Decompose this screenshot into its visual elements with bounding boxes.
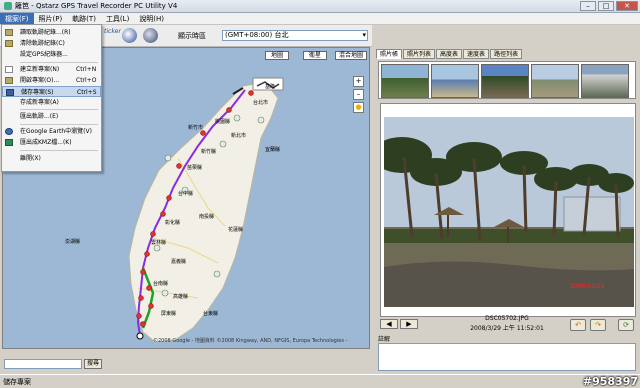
photo-date-stamp: 2008/03/29: [570, 283, 605, 290]
place-label: 花蓮縣: [228, 227, 244, 233]
status-text: 儲存專案: [3, 378, 31, 386]
read-icon: [5, 29, 13, 36]
menu-item-new-project[interactable]: 建立新專案(N) Ctrl+N: [2, 64, 101, 75]
place-label: 屏東縣: [161, 311, 177, 317]
toolbar-partial-text: ticker: [104, 28, 121, 35]
place-label: 嘉義縣: [171, 259, 187, 265]
app-icon: [4, 2, 12, 10]
thumbnail-strip: [378, 61, 636, 99]
menu-separator: [20, 124, 98, 125]
note-input[interactable]: [378, 343, 636, 371]
watermark: #958397: [582, 375, 638, 388]
place-label: 宜蘭縣: [265, 147, 281, 153]
menu-item-save-as[interactable]: 存成新專案(A): [2, 97, 101, 108]
rotate-left-button[interactable]: ↶: [570, 319, 586, 331]
map-type-hybrid[interactable]: 混合地圖: [335, 51, 367, 60]
photo-panel: 照片帳 照片列表 高度表 速度表 路徑列表 2008/03/29 ◀ ▶ DSC…: [374, 47, 640, 374]
place-label: 彰化縣: [165, 220, 181, 226]
place-label: 台北市: [253, 100, 269, 106]
photo-tabs: 照片帳 照片列表 高度表 速度表 路徑列表: [376, 49, 523, 59]
new-file-icon: [5, 66, 13, 73]
photo-thumbnail[interactable]: [431, 64, 479, 98]
menu-item-google-earth[interactable]: 在Google Earth中瀏覽(V): [2, 126, 101, 137]
photo-thumbnail[interactable]: [481, 64, 529, 98]
menu-separator: [20, 150, 98, 151]
google-earth-icon: [5, 128, 13, 135]
globe-icon[interactable]: [122, 28, 137, 43]
title-bar: 籬笆 - Qstarz GPS Travel Recorder PC Utili…: [0, 0, 640, 13]
place-label: 台東縣: [203, 311, 219, 317]
minimize-button[interactable]: –: [580, 1, 596, 11]
tab-speed[interactable]: 速度表: [463, 49, 490, 59]
window-title: 籬笆 - Qstarz GPS Travel Recorder PC Utili…: [15, 2, 178, 10]
save-icon: [6, 89, 14, 96]
menu-separator: [20, 109, 98, 110]
place-label: 新北市: [231, 133, 247, 139]
place-label: 桃園縣: [215, 119, 231, 125]
menu-file[interactable]: 檔案(F): [0, 13, 34, 24]
tab-altitude[interactable]: 高度表: [436, 49, 463, 59]
menu-help[interactable]: 說明(H): [134, 13, 169, 24]
place-label: 高雄縣: [173, 294, 189, 300]
menu-item-gps-settings[interactable]: 設定GPS紀錄器...: [2, 49, 101, 60]
menu-item-save-project[interactable]: 儲存專案(S) Ctrl+S: [2, 86, 101, 97]
open-folder-icon: [5, 77, 13, 84]
place-label: 澎湖縣: [65, 239, 81, 245]
search-button[interactable]: 搜尋: [84, 359, 102, 369]
timezone-label: 顯示時區: [178, 32, 206, 40]
place-label: 雲林縣: [151, 240, 167, 246]
place-label: 台南縣: [153, 281, 169, 287]
map-type-map[interactable]: 地圖: [265, 51, 289, 60]
maximize-button[interactable]: □: [598, 1, 614, 11]
place-label: 南投縣: [199, 214, 215, 220]
file-menu-dropdown: 讀取軌跡紀錄...(R) 清除軌跡紀錄(C) 設定GPS紀錄器... 建立新專案…: [1, 24, 102, 172]
photo-thumbnail[interactable]: [381, 64, 429, 98]
menu-tools[interactable]: 工具(L): [101, 13, 134, 24]
photo-action-button[interactable]: ⟳: [618, 319, 634, 331]
address-search-input[interactable]: [4, 359, 82, 369]
note-label: 註解: [378, 336, 391, 343]
map-zoom-out-button[interactable]: –: [353, 89, 364, 100]
tab-photo-album[interactable]: 照片帳: [376, 49, 403, 59]
close-button[interactable]: ✕: [616, 1, 638, 11]
place-label: 新竹縣: [201, 149, 217, 155]
timezone-select[interactable]: (GMT+08:00) 台北: [222, 30, 368, 41]
menu-item-clear-log[interactable]: 清除軌跡紀錄(C): [2, 38, 101, 49]
place-label: 苗栗縣: [187, 165, 203, 171]
search-area: 搜尋: [0, 350, 372, 374]
place-label: 新竹市: [188, 125, 204, 131]
clear-icon: [5, 40, 13, 47]
earth-icon[interactable]: [143, 28, 158, 43]
street-view-icon[interactable]: ●: [353, 102, 364, 113]
menu-track[interactable]: 軌跡(T): [67, 13, 101, 24]
place-label: 基隆: [265, 84, 276, 90]
menu-item-export-kmz[interactable]: 匯出成KMZ檔...(K): [2, 137, 101, 148]
map-copyright: ©2008 Google - 地圖資料 ©2008 Kingway, AND, …: [153, 338, 348, 344]
photo-viewer: 2008/03/29: [380, 103, 636, 317]
photo-thumbnail[interactable]: [581, 64, 629, 98]
map-zoom-in-button[interactable]: +: [353, 76, 364, 87]
photo-thumbnail[interactable]: [531, 64, 579, 98]
status-bar: 儲存專案: [0, 374, 640, 387]
menu-item-read-log[interactable]: 讀取軌跡紀錄...(R): [2, 27, 101, 38]
place-label: 台中縣: [178, 191, 194, 197]
tab-photo-list[interactable]: 照片列表: [403, 49, 436, 59]
menu-item-export-track[interactable]: 匯出軌跡...(E): [2, 111, 101, 122]
menu-photo[interactable]: 照片(P): [34, 13, 68, 24]
rotate-right-button[interactable]: ↷: [590, 319, 606, 331]
menu-item-exit[interactable]: 離開(X): [2, 153, 101, 164]
beach-photo[interactable]: 2008/03/29: [384, 117, 634, 307]
menu-separator: [20, 62, 98, 63]
tab-route-list[interactable]: 路徑列表: [490, 49, 523, 59]
map-type-satellite[interactable]: 衛星: [303, 51, 327, 60]
menu-item-open-project[interactable]: 開啟專案(O)... Ctrl+O: [2, 75, 101, 86]
kmz-icon: [5, 139, 13, 146]
